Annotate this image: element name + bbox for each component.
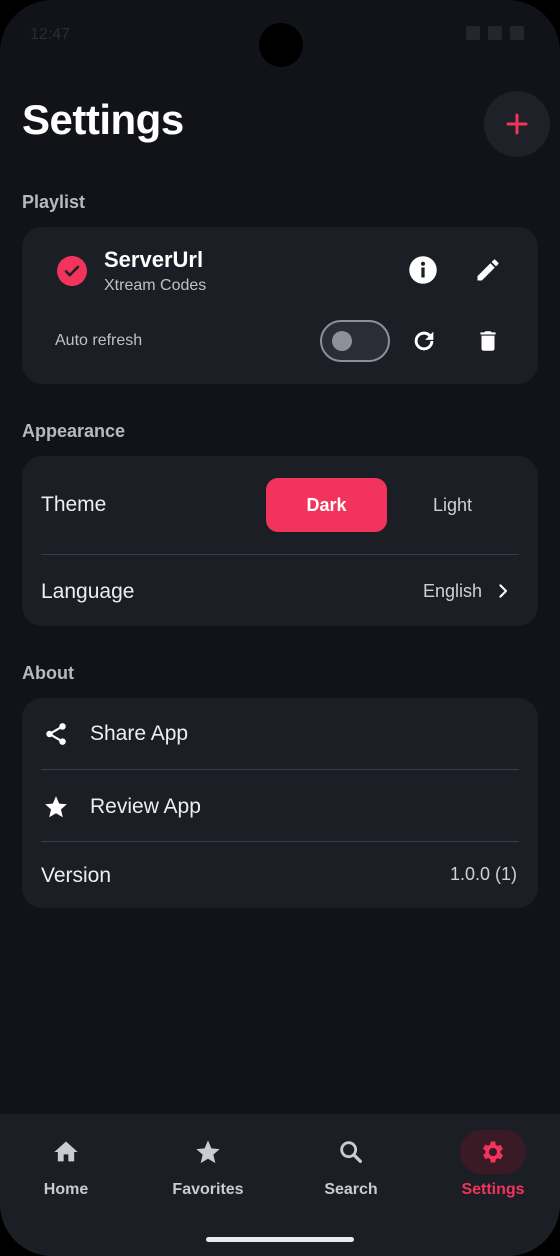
signal-icon bbox=[488, 26, 502, 40]
status-time: 12:47 bbox=[30, 26, 71, 43]
theme-light-option[interactable]: Light bbox=[392, 478, 513, 532]
divider bbox=[41, 841, 519, 842]
divider bbox=[41, 769, 519, 770]
status-bar: 12:47 bbox=[0, 0, 560, 76]
home-indicator[interactable] bbox=[206, 1237, 354, 1242]
section-label-appearance: Appearance bbox=[22, 421, 126, 441]
section-label-about: About bbox=[22, 663, 74, 683]
nav-favorites[interactable]: Favorites bbox=[138, 1114, 278, 1224]
divider bbox=[41, 554, 519, 555]
status-icons bbox=[466, 26, 524, 40]
about-card: Share App Review App Version 1.0.0 (1) bbox=[22, 698, 538, 908]
nav-settings[interactable]: Settings bbox=[423, 1114, 560, 1224]
auto-refresh-toggle[interactable] bbox=[320, 320, 390, 362]
plus-icon bbox=[506, 113, 528, 135]
playlist-type: Xtream Codes bbox=[104, 277, 207, 294]
info-icon bbox=[409, 256, 437, 284]
language-value[interactable]: English bbox=[423, 581, 482, 602]
bottom-navigation: Home Favorites Search Settings bbox=[0, 1114, 560, 1256]
refresh-icon bbox=[414, 331, 434, 351]
add-playlist-button[interactable] bbox=[484, 91, 550, 157]
nav-search[interactable]: Search bbox=[281, 1114, 421, 1224]
playlist-name: ServerUrl bbox=[104, 247, 204, 272]
version-value: 1.0.0 (1) bbox=[449, 864, 517, 884]
nav-home-label: Home bbox=[43, 1181, 89, 1198]
nav-home[interactable]: Home bbox=[0, 1114, 136, 1224]
star-icon bbox=[175, 1130, 241, 1174]
edit-button[interactable] bbox=[468, 250, 508, 290]
gear-icon bbox=[460, 1130, 526, 1174]
review-app-label: Review App bbox=[90, 795, 201, 818]
version-label: Version bbox=[41, 864, 112, 887]
language-label[interactable]: Language bbox=[41, 580, 134, 604]
theme-dark-option[interactable]: Dark bbox=[266, 478, 387, 532]
refresh-button[interactable] bbox=[404, 321, 444, 361]
wifi-icon bbox=[466, 26, 480, 40]
appearance-card: Theme Dark Light Language English bbox=[22, 456, 538, 626]
nav-search-label: Search bbox=[324, 1181, 378, 1198]
battery-icon bbox=[510, 26, 524, 40]
share-icon bbox=[42, 720, 70, 748]
pencil-icon bbox=[477, 259, 499, 281]
delete-button[interactable] bbox=[468, 321, 508, 361]
app-screen: 12:47 Settings Playlist ServerUrl Xtream… bbox=[0, 0, 560, 1256]
camera-cutout bbox=[259, 23, 303, 67]
selected-check-icon[interactable] bbox=[57, 256, 87, 286]
nav-settings-label: Settings bbox=[461, 1181, 525, 1198]
share-app-label: Share App bbox=[90, 722, 189, 745]
auto-refresh-label: Auto refresh bbox=[55, 332, 143, 349]
home-icon bbox=[33, 1130, 99, 1174]
search-icon bbox=[318, 1130, 384, 1174]
trash-icon bbox=[480, 331, 496, 351]
chevron-right-icon[interactable] bbox=[494, 582, 512, 605]
nav-favorites-label: Favorites bbox=[172, 1181, 244, 1198]
star-icon bbox=[42, 793, 70, 821]
info-button[interactable] bbox=[403, 250, 443, 290]
theme-label: Theme bbox=[41, 493, 107, 516]
section-label-playlist: Playlist bbox=[22, 192, 86, 212]
playlist-card: ServerUrl Xtream Codes Auto refresh bbox=[22, 227, 538, 384]
page-title: Settings bbox=[22, 96, 184, 143]
toggle-knob bbox=[332, 331, 352, 351]
